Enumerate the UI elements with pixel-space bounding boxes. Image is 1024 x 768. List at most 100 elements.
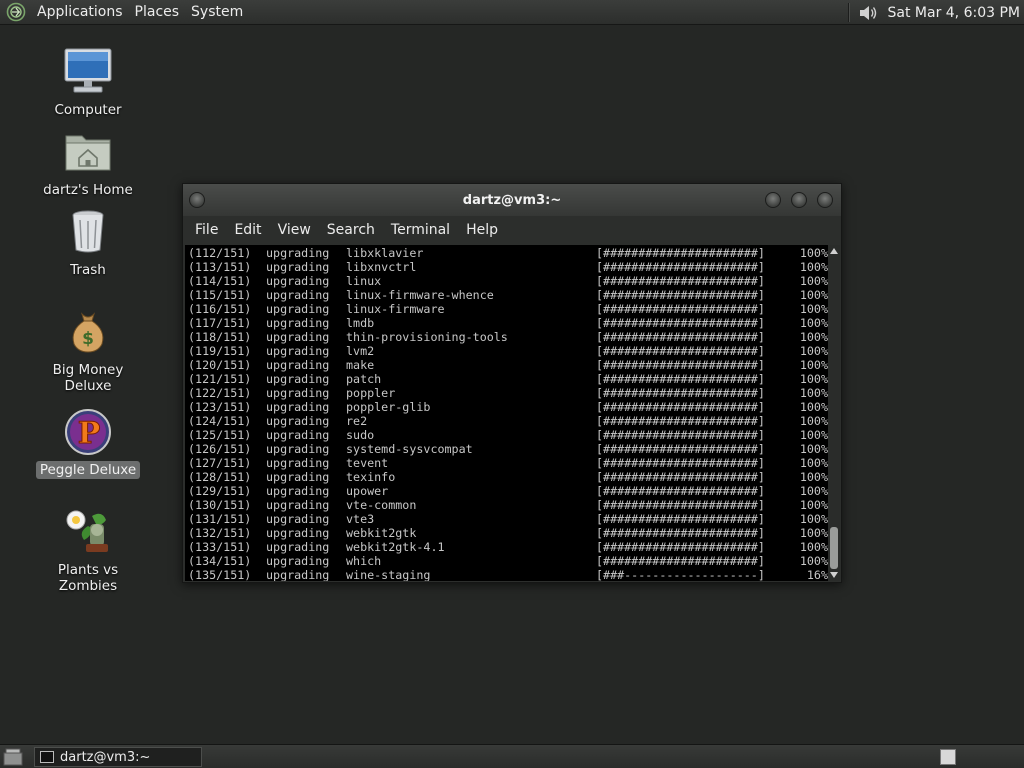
line-progress-bar: [######################] [596,540,765,554]
line-package: tevent [346,456,389,470]
terminal-line: (125/151) upgrading sudo [#################… [188,428,828,442]
svg-text:$: $ [82,329,94,349]
volume-icon[interactable] [858,3,880,23]
terminal-line: (126/151) upgrading systemd-sysvcompat [###… [188,442,828,456]
money-bag-icon: $ [62,306,114,356]
menu-file[interactable]: File [187,222,226,238]
line-percent: 100% [799,512,828,526]
line-percent: 100% [799,330,828,344]
terminal-line: (120/151) upgrading make [#################… [188,358,828,372]
minimize-button[interactable] [765,192,781,208]
top-panel: Applications Places System Sat Mar 4, 6:… [0,0,1024,25]
line-percent: 100% [799,344,828,358]
menu-edit[interactable]: Edit [226,222,269,238]
line-action: upgrading [266,470,330,484]
line-action: upgrading [266,428,330,442]
line-action: upgrading [266,330,330,344]
line-progress-bar: [######################] [596,344,765,358]
window-menu-button[interactable] [189,192,205,208]
window-titlebar[interactable]: dartz@vm3:~ [183,184,841,216]
workspace-switcher[interactable] [940,749,956,765]
line-package: lvm2 [346,344,375,358]
line-progress-bar: [######################] [596,386,765,400]
line-package: systemd-sysvcompat [346,442,473,456]
line-index: (135/151) [188,568,252,581]
menu-help[interactable]: Help [458,222,506,238]
desktop-icon-label: Peggle Deluxe [35,461,141,479]
desktop-icon-big-money-deluxe[interactable]: $ Big Money Deluxe [28,306,148,395]
menu-search[interactable]: Search [319,222,383,238]
terminal-lines: (112/151) upgrading libxklavier [##########… [188,246,828,581]
scroll-down-arrow-icon[interactable] [828,569,840,581]
line-package: webkit2gtk [346,526,417,540]
bottom-panel: dartz@vm3:~ [0,744,1024,768]
line-package: re2 [346,414,368,428]
window-title: dartz@vm3:~ [462,192,562,208]
line-percent: 100% [799,246,828,260]
line-progress-bar: [###-------------------] [596,568,765,581]
desktop-icon-label: Trash [70,262,106,278]
line-progress-bar: [######################] [596,246,765,260]
terminal-line: (124/151) upgrading re2 [##################… [188,414,828,428]
line-progress-bar: [######################] [596,316,765,330]
line-percent: 100% [799,470,828,484]
svg-text:P: P [78,416,101,451]
line-index: (117/151) [188,316,252,330]
terminal-scrollbar[interactable] [828,245,840,581]
line-index: (113/151) [188,260,252,274]
line-progress-bar: [######################] [596,288,765,302]
maximize-button[interactable] [791,192,807,208]
line-progress-bar: [######################] [596,330,765,344]
terminal-line: (128/151) upgrading texinfo [##############… [188,470,828,484]
line-index: (116/151) [188,302,252,316]
line-index: (124/151) [188,414,252,428]
terminal-output[interactable]: (112/151) upgrading libxklavier [##########… [185,245,840,581]
desktop-icon-label: Big Money Deluxe [52,362,124,394]
line-package: libxnvctrl [346,260,417,274]
line-action: upgrading [266,568,330,581]
line-index: (118/151) [188,330,252,344]
desktop-icon-trash[interactable]: Trash [28,206,148,279]
scrollbar-thumb[interactable] [830,527,838,569]
menu-system[interactable]: System [185,0,249,25]
menu-view[interactable]: View [270,222,319,238]
line-percent: 100% [799,456,828,470]
terminal-line: (114/151) upgrading linux [################… [188,274,828,288]
line-percent: 100% [799,526,828,540]
menu-terminal[interactable]: Terminal [383,222,458,238]
line-index: (112/151) [188,246,252,260]
desktop-icon-peggle-deluxe[interactable]: P Peggle Deluxe [28,406,148,479]
terminal-line: (119/151) upgrading lvm2 [#################… [188,344,828,358]
show-desktop-icon[interactable] [3,748,23,766]
line-progress-bar: [######################] [596,372,765,386]
taskbar-label: dartz@vm3:~ [60,749,151,765]
terminal-window[interactable]: dartz@vm3:~ File Edit View Search Termin… [182,183,842,583]
taskbar-terminal-button[interactable]: dartz@vm3:~ [34,747,202,767]
line-package: which [346,554,382,568]
line-action: upgrading [266,316,330,330]
desktop-icon-plants-vs-zombies[interactable]: Plants vs Zombies [28,506,148,595]
scroll-up-arrow-icon[interactable] [828,245,840,257]
line-index: (115/151) [188,288,252,302]
close-button[interactable] [817,192,833,208]
line-index: (120/151) [188,358,252,372]
line-action: upgrading [266,498,330,512]
terminal-line: (135/151) upgrading wine-staging [###------… [188,568,828,581]
clock[interactable]: Sat Mar 4, 6:03 PM [888,5,1024,21]
terminal-line: (121/151) upgrading patch [################… [188,372,828,386]
home-folder-icon [62,126,114,176]
desktop-icon-home[interactable]: dartz's Home [28,126,148,199]
menu-applications[interactable]: Applications [31,0,129,25]
line-progress-bar: [######################] [596,526,765,540]
terminal-line: (134/151) upgrading which [################… [188,554,828,568]
desktop-icon-computer[interactable]: Computer [28,46,148,119]
line-percent: 100% [799,484,828,498]
line-package: lmdb [346,316,375,330]
menu-places[interactable]: Places [129,0,186,25]
line-action: upgrading [266,400,330,414]
line-action: upgrading [266,512,330,526]
line-index: (131/151) [188,512,252,526]
distro-logo-icon[interactable] [5,1,27,23]
line-progress-bar: [######################] [596,484,765,498]
line-package: patch [346,372,382,386]
